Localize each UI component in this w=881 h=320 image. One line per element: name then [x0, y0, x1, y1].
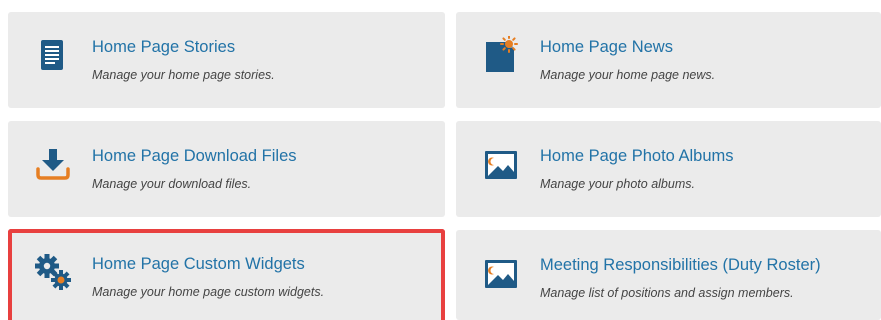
card-home-page-download-files[interactable]: Home Page Download Files Manage your dow…	[8, 121, 445, 217]
card-description: Manage your home page news.	[540, 68, 716, 82]
card-home-page-news[interactable]: Home Page News Manage your home page new…	[456, 12, 881, 108]
card-title[interactable]: Home Page Custom Widgets	[92, 255, 305, 274]
download-icon	[34, 145, 74, 185]
document-list-icon	[34, 36, 74, 76]
news-document-icon	[482, 35, 522, 76]
card-meeting-responsibilities[interactable]: Meeting Responsibilities (Duty Roster) M…	[456, 230, 881, 320]
photo-icon	[482, 145, 522, 185]
card-title[interactable]: Home Page Download Files	[92, 147, 297, 166]
photo-icon	[482, 254, 522, 294]
card-title[interactable]: Meeting Responsibilities (Duty Roster)	[540, 256, 821, 275]
gears-icon	[34, 253, 74, 293]
card-description: Manage your home page custom widgets.	[92, 285, 325, 299]
card-title[interactable]: Home Page Stories	[92, 38, 235, 57]
card-home-page-custom-widgets[interactable]: Home Page Custom Widgets Manage your hom…	[8, 229, 445, 320]
card-description: Manage your photo albums.	[540, 177, 695, 191]
card-description: Manage your download files.	[92, 177, 252, 191]
card-title[interactable]: Home Page Photo Albums	[540, 147, 734, 166]
card-description: Manage list of positions and assign memb…	[540, 286, 794, 300]
card-home-page-stories[interactable]: Home Page Stories Manage your home page …	[8, 12, 445, 108]
card-description: Manage your home page stories.	[92, 68, 275, 82]
card-title[interactable]: Home Page News	[540, 38, 673, 57]
admin-card-grid: Home Page Stories Manage your home page …	[0, 0, 881, 320]
card-home-page-photo-albums[interactable]: Home Page Photo Albums Manage your photo…	[456, 121, 881, 217]
